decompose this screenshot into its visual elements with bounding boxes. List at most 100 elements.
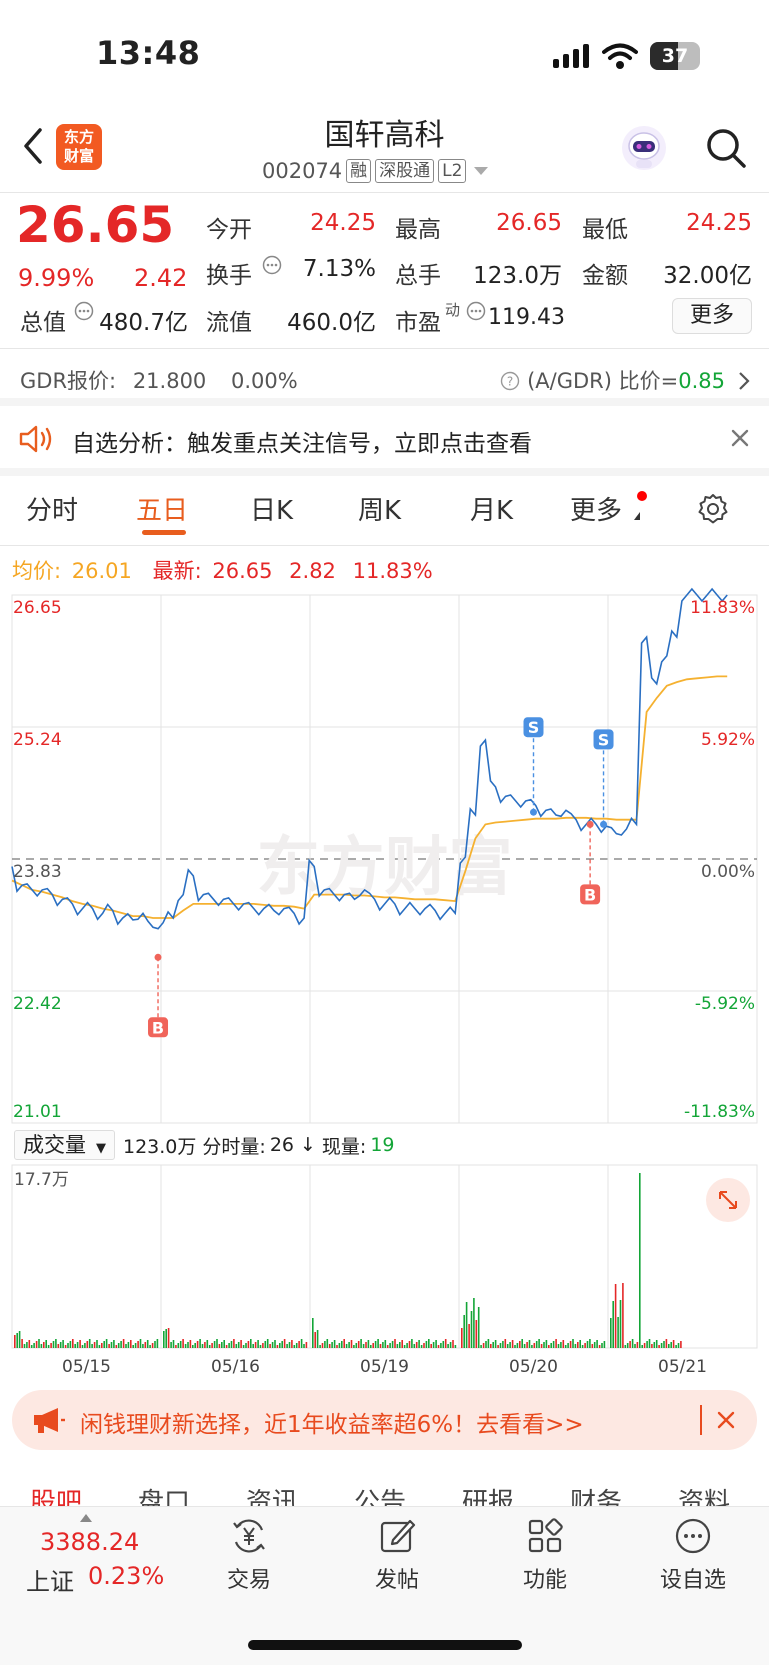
- volume-bar: [30, 1345, 33, 1348]
- volume-bar: [641, 1345, 643, 1348]
- volume-bar: [324, 1341, 326, 1348]
- stock-code-row[interactable]: 002074 融 深股通 L2: [262, 157, 489, 185]
- robot-assistant-icon[interactable]: [620, 124, 668, 172]
- wifi-icon: [602, 43, 638, 69]
- index-name[interactable]: 上证: [26, 1562, 74, 1597]
- tab-more[interactable]: 更多: [570, 490, 622, 527]
- volume-bar: [144, 1342, 147, 1348]
- volume-bar: [88, 1339, 91, 1348]
- tab-day-k[interactable]: 日K: [250, 490, 293, 527]
- index-change[interactable]: 0.23%: [88, 1562, 164, 1590]
- volume-bar: [137, 1341, 139, 1348]
- tab-fenshi[interactable]: 分时: [26, 490, 78, 527]
- volume-bar: [399, 1342, 401, 1348]
- volume-bar: [105, 1339, 108, 1348]
- dropdown-triangle-icon: [474, 167, 489, 175]
- volume-indicator-dropdown[interactable]: 成交量 ▼: [14, 1130, 115, 1160]
- volume-bar: [401, 1340, 403, 1348]
- volume-bar: [672, 1340, 675, 1348]
- volume-bar: [33, 1343, 35, 1348]
- volume-bar: [326, 1339, 329, 1348]
- volume-bar: [562, 1340, 565, 1348]
- volume-bar: [242, 1345, 245, 1348]
- index-expand-icon[interactable]: [80, 1514, 92, 1522]
- volume-bar: [184, 1344, 187, 1348]
- volume-bar: [643, 1343, 646, 1348]
- volume-total: 123.0万: [123, 1135, 197, 1158]
- bottom-trade-button[interactable]: 交易: [209, 1516, 289, 1594]
- volume-bar: [108, 1344, 110, 1348]
- signal-point: [600, 820, 608, 828]
- info-dots-icon[interactable]: [262, 255, 282, 275]
- tab-five-day[interactable]: 五日: [136, 490, 188, 527]
- volume-bar: [305, 1342, 308, 1348]
- volume-bar: [499, 1343, 502, 1348]
- volume-bar: [670, 1342, 672, 1348]
- volume-bar: [540, 1344, 543, 1348]
- volume-bar: [372, 1343, 374, 1348]
- change-amount: 2.42: [134, 264, 188, 292]
- bottom-functions-label: 功能: [522, 1568, 567, 1593]
- volume-bar: [473, 1298, 475, 1348]
- volume-bar: [511, 1340, 514, 1348]
- notification-dot: [637, 491, 647, 501]
- volume-bar: [523, 1344, 526, 1348]
- info-dots-icon[interactable]: [74, 301, 94, 321]
- volume-bar: [218, 1344, 221, 1348]
- tab-month-k[interactable]: 月K: [470, 490, 513, 527]
- chevron-right-icon[interactable]: [737, 370, 751, 392]
- promo-separator: [700, 1405, 702, 1435]
- volume-bar: [312, 1318, 314, 1348]
- more-quote-button[interactable]: 更多: [672, 298, 752, 334]
- alert-text[interactable]: 自选分析：触发重点关注信号，立即点击查看: [72, 424, 532, 458]
- date-label: 05/20: [509, 1357, 558, 1377]
- volume-bar: [506, 1344, 509, 1348]
- current-price: 26.65: [16, 196, 175, 254]
- volume-bar: [336, 1345, 338, 1348]
- search-icon[interactable]: [704, 126, 748, 170]
- volume-bar: [139, 1339, 142, 1348]
- index-value[interactable]: 3388.24: [40, 1528, 139, 1556]
- volume-bar: [552, 1341, 555, 1348]
- close-icon[interactable]: [716, 1410, 736, 1430]
- bottom-add-watchlist-button[interactable]: 设自选: [653, 1516, 733, 1594]
- volume-bar: [353, 1345, 355, 1348]
- volume-bar: [293, 1345, 296, 1348]
- volume-bar: [177, 1343, 180, 1348]
- volume-bar: [677, 1343, 680, 1348]
- volume-bar: [557, 1344, 560, 1348]
- volume-bar: [230, 1341, 233, 1348]
- gear-icon[interactable]: [696, 492, 730, 526]
- change-percent: 9.99%: [18, 264, 95, 292]
- volume-bar: [40, 1344, 43, 1348]
- five-day-chart[interactable]: 东方财富26.6525.2423.8322.4221.0111.83%5.92%…: [0, 585, 769, 1385]
- volume-bar: [240, 1340, 242, 1348]
- y-tick-label: 26.65: [13, 598, 62, 618]
- volume-bar: [596, 1340, 598, 1348]
- volume-bar: [545, 1340, 548, 1348]
- volume-bar: [67, 1343, 69, 1348]
- volume-bar: [461, 1328, 463, 1348]
- bottom-functions-button[interactable]: 功能: [505, 1516, 585, 1594]
- volume-bar: [247, 1341, 250, 1348]
- volume-bar: [18, 1331, 21, 1348]
- tab-week-k[interactable]: 周K: [358, 490, 401, 527]
- gdr-ratio[interactable]: ? (A/GDR) 比价=0.85: [500, 365, 725, 395]
- gdr-price: 21.800: [132, 369, 207, 393]
- volume-bar: [170, 1342, 172, 1348]
- volume-bar: [579, 1340, 581, 1348]
- volume-bar: [57, 1344, 60, 1348]
- gdr-row[interactable]: GDR报价: 21.800 0.00%: [20, 365, 298, 395]
- more-corner-triangle: [634, 512, 640, 520]
- volume-bar: [367, 1340, 370, 1348]
- volume-bar: [485, 1341, 487, 1348]
- info-dots-icon[interactable]: [466, 301, 486, 321]
- volume-bar: [291, 1340, 293, 1348]
- question-icon[interactable]: ?: [500, 371, 520, 391]
- close-icon[interactable]: [728, 426, 752, 450]
- volume-bar: [156, 1339, 159, 1348]
- volume-bar: [338, 1343, 341, 1348]
- y-tick-label: 22.42: [13, 994, 62, 1014]
- promo-text[interactable]: 闲钱理财新选择，近1年收益率超6%！去看看>>: [80, 1405, 584, 1439]
- bottom-post-button[interactable]: 发帖: [357, 1516, 437, 1594]
